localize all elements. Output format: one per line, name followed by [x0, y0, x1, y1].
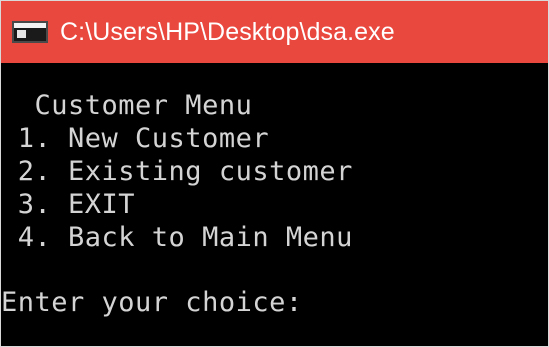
menu-option-1: 1. New Customer	[1, 123, 270, 154]
menu-title: Customer Menu	[1, 90, 253, 121]
menu-option-4: 4. Back to Main Menu	[1, 222, 353, 253]
console-window: C:\Users\HP\Desktop\dsa.exe Customer Men…	[0, 0, 549, 347]
menu-option-2: 2. Existing customer	[1, 156, 353, 187]
title-bar[interactable]: C:\Users\HP\Desktop\dsa.exe	[1, 1, 548, 63]
window-title: C:\Users\HP\Desktop\dsa.exe	[60, 17, 395, 46]
console-app-icon	[12, 21, 48, 43]
input-prompt: Enter your choice:	[1, 287, 303, 318]
console-output[interactable]: Customer Menu 1. New Customer 2. Existin…	[1, 63, 548, 346]
menu-option-3: 3. EXIT	[1, 189, 136, 220]
